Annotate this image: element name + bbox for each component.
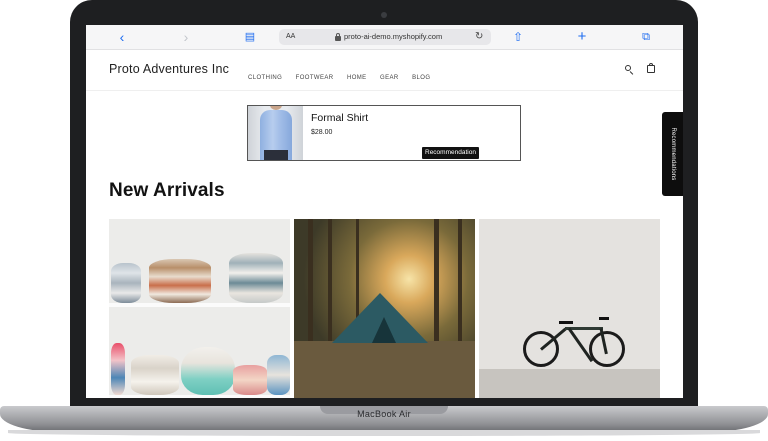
nav-home[interactable]: HOME: [347, 75, 367, 81]
site-header: Proto Adventures Inc CLOTHING FOOTWEAR H…: [86, 50, 683, 91]
text-size-button[interactable]: AA: [286, 31, 295, 43]
store-logo[interactable]: Proto Adventures Inc: [109, 62, 229, 76]
reload-icon[interactable]: ↻: [475, 30, 483, 44]
browser-screen: ‹ › ▤ AA proto-ai-demo.myshopify.com ↻ ⇧…: [86, 25, 683, 398]
side-tab-label: Recommendations: [669, 127, 676, 181]
main-nav: CLOTHING FOOTWEAR HOME GEAR BLOG: [248, 66, 439, 84]
base-shadow: [8, 430, 760, 436]
cart-icon[interactable]: [647, 63, 655, 73]
section-title: New Arrivals: [109, 180, 225, 201]
url-bar[interactable]: AA proto-ai-demo.myshopify.com ↻: [279, 29, 491, 45]
product-thumbnail[interactable]: [248, 106, 303, 160]
lock-icon: [335, 33, 341, 41]
share-icon[interactable]: ⇧: [510, 29, 526, 45]
url-text[interactable]: proto-ai-demo.myshopify.com: [344, 31, 442, 43]
product-price: $28.00: [311, 129, 333, 136]
nav-clothing[interactable]: CLOTHING: [248, 75, 282, 81]
macbook-mockup: ‹ › ▤ AA proto-ai-demo.myshopify.com ↻ ⇧…: [0, 0, 768, 441]
chevron-left-icon[interactable]: ‹: [114, 29, 130, 45]
recommendation-card[interactable]: Formal Shirt $28.00 Recommendation: [247, 105, 521, 161]
product-title[interactable]: Formal Shirt: [311, 112, 368, 124]
camera: [381, 12, 387, 18]
recommendations-side-tab[interactable]: Recommendations: [662, 112, 683, 196]
safari-toolbar: ‹ › ▤ AA proto-ai-demo.myshopify.com ↻ ⇧…: [86, 25, 683, 50]
product-tile-plates[interactable]: [109, 219, 290, 398]
tabs-icon[interactable]: ⧉: [638, 29, 654, 45]
product-tile-bicycle[interactable]: [479, 219, 660, 398]
book-icon[interactable]: ▤: [242, 29, 258, 45]
nav-footwear[interactable]: FOOTWEAR: [296, 75, 334, 81]
nav-blog[interactable]: BLOG: [412, 75, 430, 81]
model-label: MacBook Air: [357, 409, 411, 419]
nav-gear[interactable]: GEAR: [380, 75, 399, 81]
chevron-right-icon[interactable]: ›: [178, 29, 194, 45]
plus-icon[interactable]: +: [574, 29, 590, 45]
recommendation-badge: Recommendation: [422, 147, 479, 159]
search-icon[interactable]: [625, 65, 634, 75]
product-tile-tent[interactable]: [294, 219, 475, 398]
